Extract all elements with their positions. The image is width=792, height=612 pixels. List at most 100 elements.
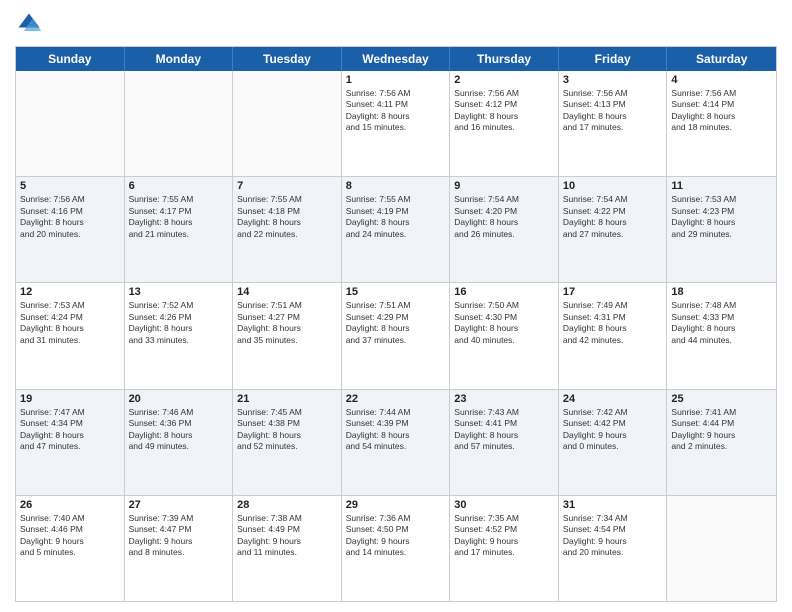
cal-cell: 6 Sunrise: 7:55 AM Sunset: 4:17 PM Daylig…: [125, 177, 234, 282]
day-number: 28: [237, 499, 337, 511]
day-number: 5: [20, 180, 120, 192]
header-cell-tuesday: Tuesday: [233, 47, 342, 71]
day-number: 21: [237, 393, 337, 405]
day-number: 1: [346, 74, 446, 86]
cal-cell: [667, 496, 776, 601]
header-cell-wednesday: Wednesday: [342, 47, 451, 71]
cal-cell: 30 Sunrise: 7:35 AM Sunset: 4:52 PM Dayli…: [450, 496, 559, 601]
day-number: 23: [454, 393, 554, 405]
cal-cell: 21 Sunrise: 7:45 AM Sunset: 4:38 PM Dayli…: [233, 390, 342, 495]
day-number: 17: [563, 286, 663, 298]
header: [15, 10, 777, 38]
day-number: 12: [20, 286, 120, 298]
week-row-2: 5 Sunrise: 7:56 AM Sunset: 4:16 PM Daylig…: [16, 176, 776, 282]
cell-info: Sunrise: 7:55 AM Sunset: 4:17 PM Dayligh…: [129, 194, 229, 240]
day-number: 3: [563, 74, 663, 86]
day-number: 10: [563, 180, 663, 192]
cal-cell: 29 Sunrise: 7:36 AM Sunset: 4:50 PM Dayli…: [342, 496, 451, 601]
cal-cell: 16 Sunrise: 7:50 AM Sunset: 4:30 PM Dayli…: [450, 283, 559, 388]
cell-info: Sunrise: 7:53 AM Sunset: 4:24 PM Dayligh…: [20, 300, 120, 346]
cal-cell: 22 Sunrise: 7:44 AM Sunset: 4:39 PM Dayli…: [342, 390, 451, 495]
cell-info: Sunrise: 7:54 AM Sunset: 4:22 PM Dayligh…: [563, 194, 663, 240]
cal-cell: [125, 71, 234, 176]
cell-info: Sunrise: 7:36 AM Sunset: 4:50 PM Dayligh…: [346, 513, 446, 559]
cal-cell: 2 Sunrise: 7:56 AM Sunset: 4:12 PM Daylig…: [450, 71, 559, 176]
day-number: 15: [346, 286, 446, 298]
cal-cell: 17Sunrise: 7:49 AM Sunset: 4:31 PM Dayli…: [559, 283, 668, 388]
cal-cell: 31 Sunrise: 7:34 AM Sunset: 4:54 PM Dayli…: [559, 496, 668, 601]
header-cell-sunday: Sunday: [16, 47, 125, 71]
week-row-5: 26Sunrise: 7:40 AM Sunset: 4:46 PM Dayli…: [16, 495, 776, 601]
day-number: 18: [671, 286, 772, 298]
day-number: 24: [563, 393, 663, 405]
cell-info: Sunrise: 7:34 AM Sunset: 4:54 PM Dayligh…: [563, 513, 663, 559]
calendar: SundayMondayTuesdayWednesdayThursdayFrid…: [15, 46, 777, 602]
day-number: 11: [671, 180, 772, 192]
cell-info: Sunrise: 7:38 AM Sunset: 4:49 PM Dayligh…: [237, 513, 337, 559]
cell-info: Sunrise: 7:50 AM Sunset: 4:30 PM Dayligh…: [454, 300, 554, 346]
cal-cell: 5 Sunrise: 7:56 AM Sunset: 4:16 PM Daylig…: [16, 177, 125, 282]
logo-icon: [15, 10, 43, 38]
cell-info: Sunrise: 7:45 AM Sunset: 4:38 PM Dayligh…: [237, 407, 337, 453]
day-number: 30: [454, 499, 554, 511]
cal-cell: [233, 71, 342, 176]
cal-cell: 28 Sunrise: 7:38 AM Sunset: 4:49 PM Dayli…: [233, 496, 342, 601]
day-number: 2: [454, 74, 554, 86]
cell-info: Sunrise: 7:55 AM Sunset: 4:19 PM Dayligh…: [346, 194, 446, 240]
day-number: 25: [671, 393, 772, 405]
day-number: 22: [346, 393, 446, 405]
day-number: 13: [129, 286, 229, 298]
cell-info: Sunrise: 7:48 AM Sunset: 4:33 PM Dayligh…: [671, 300, 772, 346]
day-number: 7: [237, 180, 337, 192]
page: SundayMondayTuesdayWednesdayThursdayFrid…: [0, 0, 792, 612]
cal-cell: 26Sunrise: 7:40 AM Sunset: 4:46 PM Dayli…: [16, 496, 125, 601]
cell-info: Sunrise: 7:54 AM Sunset: 4:20 PM Dayligh…: [454, 194, 554, 240]
cal-cell: 18 Sunrise: 7:48 AM Sunset: 4:33 PM Dayli…: [667, 283, 776, 388]
day-number: 31: [563, 499, 663, 511]
cell-info: Sunrise: 7:47 AM Sunset: 4:34 PM Dayligh…: [20, 407, 120, 453]
cell-info: Sunrise: 7:56 AM Sunset: 4:14 PM Dayligh…: [671, 88, 772, 134]
header-cell-saturday: Saturday: [667, 47, 776, 71]
cell-info: Sunrise: 7:35 AM Sunset: 4:52 PM Dayligh…: [454, 513, 554, 559]
cell-info: Sunrise: 7:53 AM Sunset: 4:23 PM Dayligh…: [671, 194, 772, 240]
cell-info: Sunrise: 7:41 AM Sunset: 4:44 PM Dayligh…: [671, 407, 772, 453]
cal-cell: 24 Sunrise: 7:42 AM Sunset: 4:42 PM Dayli…: [559, 390, 668, 495]
cell-info: Sunrise: 7:56 AM Sunset: 4:16 PM Dayligh…: [20, 194, 120, 240]
day-number: 27: [129, 499, 229, 511]
cal-cell: 7 Sunrise: 7:55 AM Sunset: 4:18 PM Daylig…: [233, 177, 342, 282]
calendar-header-row: SundayMondayTuesdayWednesdayThursdayFrid…: [16, 47, 776, 71]
header-cell-friday: Friday: [559, 47, 668, 71]
cell-info: Sunrise: 7:51 AM Sunset: 4:27 PM Dayligh…: [237, 300, 337, 346]
cal-cell: 8Sunrise: 7:55 AM Sunset: 4:19 PM Daylig…: [342, 177, 451, 282]
cell-info: Sunrise: 7:56 AM Sunset: 4:11 PM Dayligh…: [346, 88, 446, 134]
cal-cell: 1 Sunrise: 7:56 AM Sunset: 4:11 PM Daylig…: [342, 71, 451, 176]
calendar-body: 1 Sunrise: 7:56 AM Sunset: 4:11 PM Daylig…: [16, 71, 776, 601]
day-number: 14: [237, 286, 337, 298]
cal-cell: 10 Sunrise: 7:54 AM Sunset: 4:22 PM Dayli…: [559, 177, 668, 282]
header-cell-monday: Monday: [125, 47, 234, 71]
week-row-1: 1 Sunrise: 7:56 AM Sunset: 4:11 PM Daylig…: [16, 71, 776, 176]
cal-cell: [16, 71, 125, 176]
header-cell-thursday: Thursday: [450, 47, 559, 71]
day-number: 16: [454, 286, 554, 298]
cell-info: Sunrise: 7:56 AM Sunset: 4:13 PM Dayligh…: [563, 88, 663, 134]
day-number: 6: [129, 180, 229, 192]
cell-info: Sunrise: 7:42 AM Sunset: 4:42 PM Dayligh…: [563, 407, 663, 453]
cal-cell: 23Sunrise: 7:43 AM Sunset: 4:41 PM Dayli…: [450, 390, 559, 495]
cell-info: Sunrise: 7:56 AM Sunset: 4:12 PM Dayligh…: [454, 88, 554, 134]
day-number: 20: [129, 393, 229, 405]
day-number: 29: [346, 499, 446, 511]
cal-cell: 4Sunrise: 7:56 AM Sunset: 4:14 PM Daylig…: [667, 71, 776, 176]
cal-cell: 27Sunrise: 7:39 AM Sunset: 4:47 PM Dayli…: [125, 496, 234, 601]
week-row-4: 19 Sunrise: 7:47 AM Sunset: 4:34 PM Dayli…: [16, 389, 776, 495]
week-row-3: 12 Sunrise: 7:53 AM Sunset: 4:24 PM Dayli…: [16, 282, 776, 388]
cell-info: Sunrise: 7:52 AM Sunset: 4:26 PM Dayligh…: [129, 300, 229, 346]
day-number: 19: [20, 393, 120, 405]
cal-cell: 11 Sunrise: 7:53 AM Sunset: 4:23 PM Dayli…: [667, 177, 776, 282]
logo: [15, 10, 47, 38]
cal-cell: 9Sunrise: 7:54 AM Sunset: 4:20 PM Daylig…: [450, 177, 559, 282]
cal-cell: 25 Sunrise: 7:41 AM Sunset: 4:44 PM Dayli…: [667, 390, 776, 495]
cell-info: Sunrise: 7:44 AM Sunset: 4:39 PM Dayligh…: [346, 407, 446, 453]
cal-cell: 12 Sunrise: 7:53 AM Sunset: 4:24 PM Dayli…: [16, 283, 125, 388]
cell-info: Sunrise: 7:55 AM Sunset: 4:18 PM Dayligh…: [237, 194, 337, 240]
